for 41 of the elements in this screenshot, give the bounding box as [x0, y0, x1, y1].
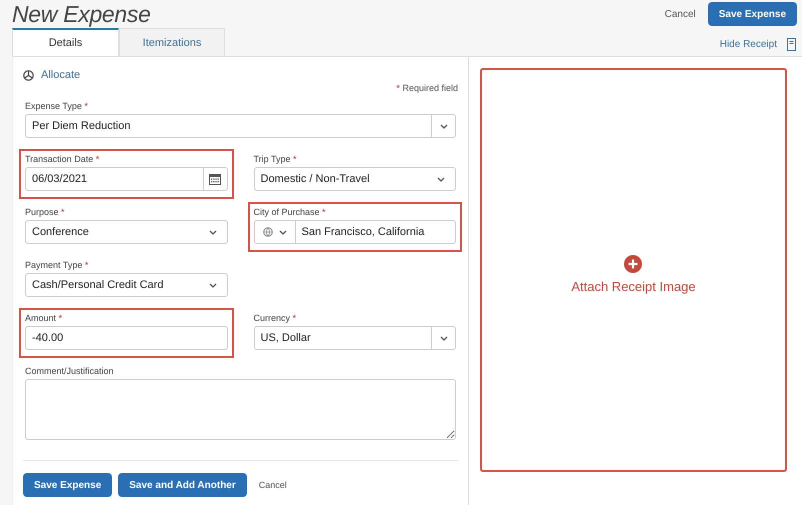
dropdown-field[interactable]: Cash/Personal Credit Card: [25, 273, 228, 297]
globe-icon: [262, 227, 272, 237]
allocate-link[interactable]: Allocate: [23, 69, 80, 81]
field-label: Comment/Justification: [25, 366, 115, 376]
required-note: * Required field: [396, 83, 458, 93]
date-field[interactable]: 06/03/2021: [25, 167, 228, 191]
dropdown-field[interactable]: Per Diem Reduction: [25, 114, 456, 138]
chevron-down-icon: [278, 230, 286, 234]
calendar-icon: [209, 174, 221, 184]
comment-field[interactable]: [25, 379, 456, 440]
field-label: Purpose *: [25, 207, 66, 217]
dropdown-field[interactable]: US, Dollar: [254, 326, 456, 350]
receipt-icon: [787, 38, 796, 51]
dropdown-field[interactable]: Conference: [25, 220, 228, 244]
tab[interactable]: Itemizations: [119, 28, 225, 56]
save-button[interactable]: Save Expense: [708, 2, 797, 26]
chevron-down-icon: [440, 336, 448, 340]
page-title: New Expense: [12, 0, 151, 28]
pie-chart-icon: [23, 70, 34, 80]
attach-receipt-button[interactable]: Attach Receipt Image: [565, 254, 702, 294]
field-label: Trip Type *: [254, 154, 298, 164]
save-button[interactable]: Save and Add Another: [118, 473, 247, 497]
field-label: Payment Type *: [25, 260, 90, 270]
chevron-down-icon: [440, 124, 448, 128]
chevron-down-icon: [437, 176, 445, 182]
plus-icon: [624, 254, 642, 272]
cancel-link[interactable]: Cancel: [258, 480, 287, 490]
field-label: City of Purchase *: [254, 207, 327, 217]
dropdown-field[interactable]: Domestic / Non-Travel: [254, 167, 456, 191]
field-label: Transaction Date *: [25, 154, 100, 164]
field-label: Expense Type *: [25, 101, 89, 111]
hide-receipt-link[interactable]: Hide Receipt: [720, 38, 796, 56]
field-label: Currency *: [254, 313, 298, 323]
cancel-link[interactable]: Cancel: [664, 8, 696, 20]
field-label: Amount *: [25, 313, 64, 323]
save-button[interactable]: Save Expense: [23, 473, 112, 497]
location-field[interactable]: San Francisco, California: [254, 220, 456, 244]
tab[interactable]: Details: [12, 28, 119, 56]
chevron-down-icon: [208, 230, 216, 234]
amount-field[interactable]: -40.00: [25, 326, 228, 350]
chevron-down-icon: [208, 282, 216, 288]
